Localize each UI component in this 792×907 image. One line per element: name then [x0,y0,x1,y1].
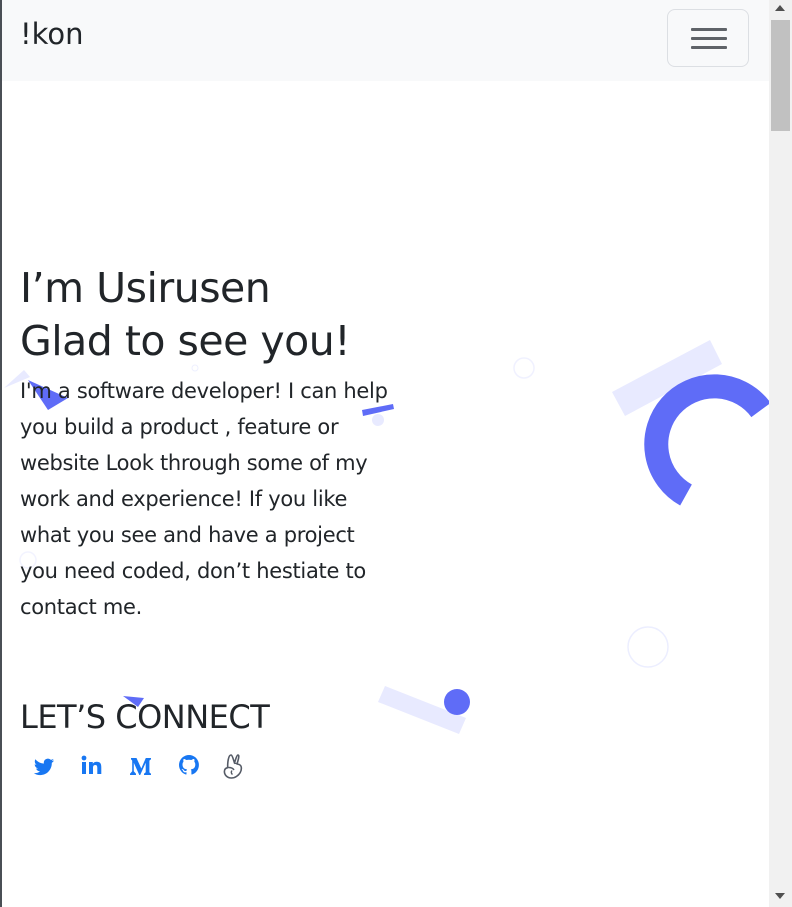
linkedin-link[interactable] [81,751,107,781]
headline-line-2: Glad to see you! [20,317,351,365]
scrollbar[interactable] [769,0,792,907]
scroll-down-arrow-icon[interactable] [775,893,785,899]
hero-headline: I’m Usirusen Glad to see you! [20,262,390,368]
headline-line-1: I’m Usirusen [20,264,271,312]
twitter-link[interactable] [32,751,58,781]
github-link[interactable] [177,751,203,781]
scroll-up-arrow-icon[interactable] [775,5,785,11]
deco-dot-bottom [444,689,470,715]
hero-intro: I'm a software developer! I can help you… [20,379,388,619]
medium-icon [130,758,151,775]
twitter-icon [33,758,54,776]
angellist-link[interactable] [223,751,249,781]
scroll-thumb[interactable] [771,20,790,131]
connect-heading: LET’S CONNECT [20,698,270,736]
deco-ring-bottom [627,626,669,668]
deco-ring-top [513,357,535,379]
deco-arc [644,374,769,506]
medium-link[interactable] [129,751,155,781]
hero-section: I’m Usirusen Glad to see you! I'm a soft… [20,262,390,625]
github-icon [179,755,199,775]
linkedin-icon [81,755,102,774]
angellist-icon [223,754,243,779]
